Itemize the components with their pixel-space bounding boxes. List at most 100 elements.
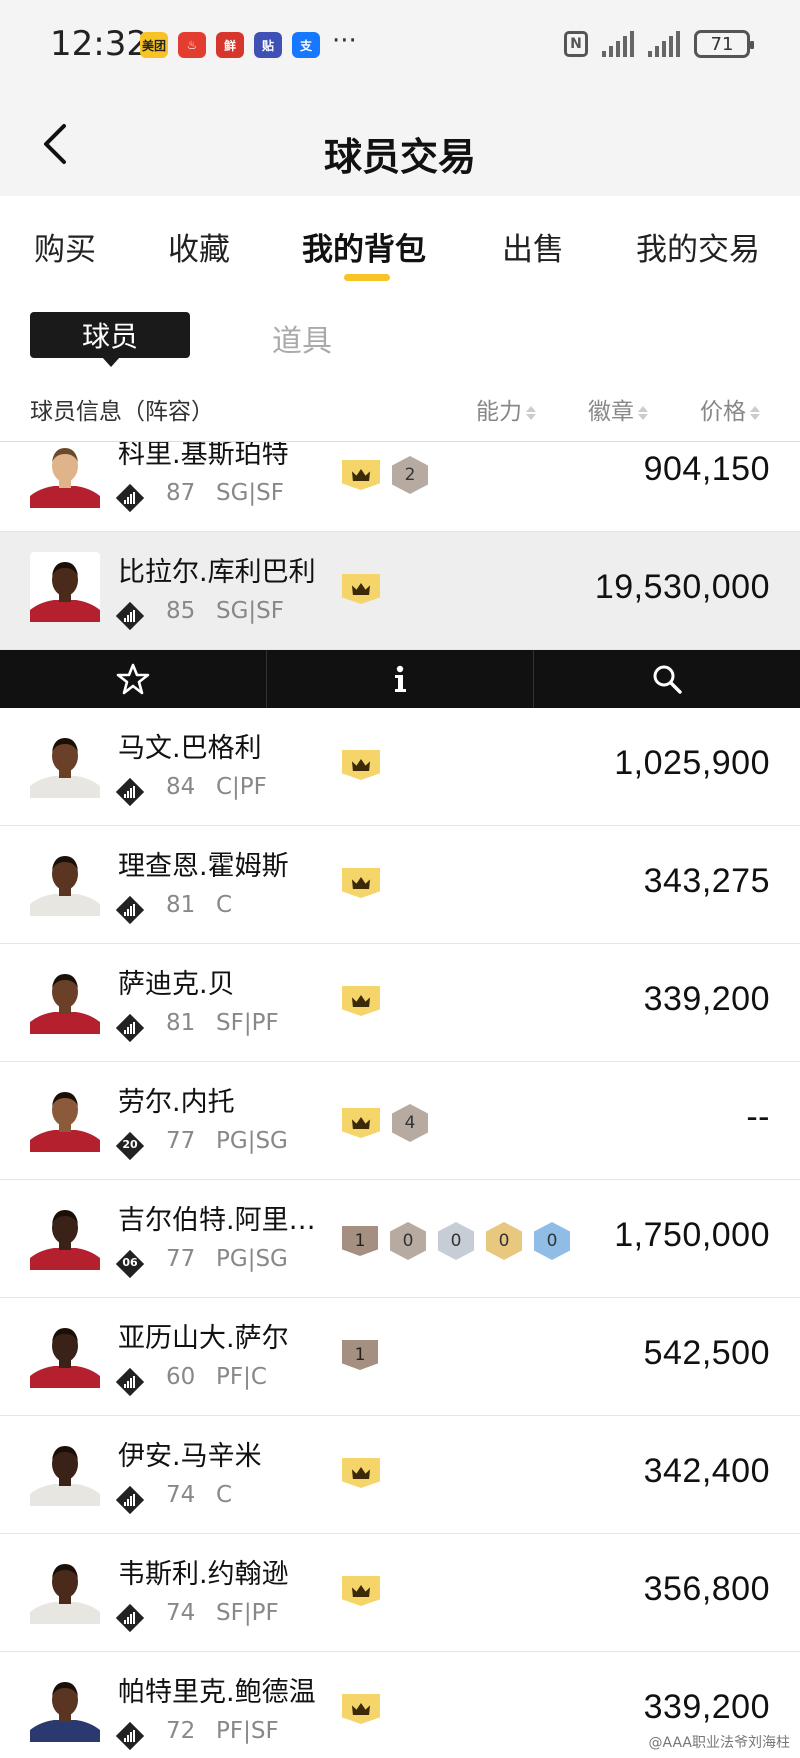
player-badges (342, 574, 380, 604)
page-title: 球员交易 (323, 135, 476, 179)
player-avatar (30, 1436, 100, 1506)
player-row[interactable]: 伊安.马辛米 74 C 342,400 (0, 1416, 800, 1534)
status-time: 12:32 (50, 24, 148, 64)
active-tab-indicator (344, 274, 390, 281)
column-ability-sort[interactable]: 能力 (476, 392, 536, 426)
nfc-icon: N (564, 31, 588, 57)
signal-icon (602, 31, 634, 57)
player-row[interactable]: 亚历山大.萨尔 60 PF|C 1 542,500 (0, 1298, 800, 1416)
player-position: C (216, 892, 233, 918)
player-list: 科里.基斯珀特 87 SG|SF 2 904,150 比拉尔.库利巴利 85 SG|SF 19,… (0, 442, 800, 1758)
player-name: 比拉尔.库利巴利 (118, 557, 316, 588)
badge-level-icon: 4 (392, 1104, 428, 1142)
player-avatar (30, 728, 100, 798)
tab-sell[interactable]: 出售 (502, 224, 564, 269)
player-rating: 81 (166, 892, 196, 918)
player-name: 帕特里克.鲍德温 (118, 1677, 316, 1708)
rank-bars-icon (115, 601, 145, 631)
player-position: SF|PF (216, 1010, 279, 1036)
player-avatar (30, 442, 100, 508)
player-rating: 72 (166, 1718, 196, 1744)
rank-icon: 20 (115, 1131, 145, 1161)
player-position: C|PF (216, 774, 267, 800)
player-badges (342, 1576, 380, 1606)
crown-badge-icon (342, 574, 380, 604)
status-app-icons: 美团 ♨ 鲜贴支 (140, 32, 320, 58)
player-badges (342, 868, 380, 898)
rank-bars-icon (115, 1721, 145, 1751)
player-price: 339,200 (643, 980, 770, 1018)
player-position: SG|SF (216, 480, 285, 506)
crown-badge-icon (342, 1694, 380, 1724)
crown-icon (352, 1467, 370, 1479)
top-tabs: 购买 收藏 我的背包 出售 我的交易 (0, 196, 800, 296)
info-button[interactable] (267, 650, 534, 708)
player-name: 理查恩.霍姆斯 (118, 851, 289, 882)
player-row[interactable]: 萨迪克.贝 81 SF|PF 339,200 (0, 944, 800, 1062)
player-price: 343,275 (643, 862, 770, 900)
player-avatar (30, 1082, 100, 1152)
player-position: SG|SF (216, 598, 285, 624)
player-avatar (30, 1672, 100, 1742)
search-icon (653, 665, 682, 694)
column-badge-sort[interactable]: 徽章 (588, 392, 648, 426)
more-notifications-icon: ··· (332, 26, 357, 56)
player-row[interactable]: 理查恩.霍姆斯 81 C 343,275 (0, 826, 800, 944)
search-button[interactable] (534, 650, 800, 708)
player-rating: 74 (166, 1600, 196, 1626)
player-avatar (30, 846, 100, 916)
player-price: 1,025,900 (614, 744, 770, 782)
subtab-items[interactable]: 道具 (272, 316, 332, 360)
player-row[interactable]: 韦斯利.约翰逊 74 SF|PF 356,800 (0, 1534, 800, 1652)
battery-icon: 71 (694, 30, 754, 58)
column-price-sort[interactable]: 价格 (700, 392, 760, 426)
player-badges: 4 (342, 1104, 428, 1142)
column-badge-label: 徽章 (588, 399, 634, 425)
subtab-players[interactable]: 球员 (30, 312, 190, 367)
player-row[interactable]: 科里.基斯珀特 87 SG|SF 2 904,150 (0, 442, 800, 532)
notification-app-icon: 贴 (254, 32, 282, 58)
rank-bars-icon (115, 777, 145, 807)
crown-badge-icon (342, 750, 380, 780)
player-rating: 84 (166, 774, 196, 800)
player-price: 19,530,000 (594, 568, 770, 606)
player-price: 339,200 (643, 1688, 770, 1726)
player-row[interactable]: 比拉尔.库利巴利 85 SG|SF 19,530,000 (0, 532, 800, 650)
column-player-info: 球员信息（阵容） (30, 399, 214, 425)
player-badges: 1 (342, 1340, 378, 1370)
crown-badge-icon (342, 1458, 380, 1488)
player-position: C (216, 1482, 233, 1508)
player-rating: 60 (166, 1364, 196, 1390)
favorite-button[interactable] (0, 650, 267, 708)
badge-level-icon: 2 (392, 456, 428, 494)
player-badges (342, 986, 380, 1016)
player-row[interactable]: 劳尔.内托 20 77 PG|SG 4 -- (0, 1062, 800, 1180)
tab-my-backpack[interactable]: 我的背包 (302, 224, 426, 269)
badge-level-icon: 1 (342, 1340, 378, 1370)
rank-number: 06 (122, 1256, 138, 1269)
player-rating: 81 (166, 1010, 196, 1036)
player-badges: 10000 (342, 1222, 570, 1260)
player-row[interactable]: 吉尔伯特.阿里… 06 77 PG|SG 1 0 0 0 0 1,750,000 (0, 1180, 800, 1298)
badge-level-icon: 0 (438, 1222, 474, 1260)
crown-badge-icon (342, 1108, 380, 1138)
player-price: 1,750,000 (614, 1216, 770, 1254)
crown-badge-icon (342, 868, 380, 898)
player-rating: 77 (166, 1246, 196, 1272)
tab-favorites[interactable]: 收藏 (168, 224, 230, 269)
tab-my-trades[interactable]: 我的交易 (636, 224, 760, 269)
badge-level-icon: 0 (390, 1222, 426, 1260)
player-rating: 77 (166, 1128, 196, 1154)
player-name: 萨迪克.贝 (118, 969, 235, 1000)
crown-icon (352, 759, 370, 771)
player-badges (342, 1458, 380, 1488)
player-position: PF|C (216, 1364, 267, 1390)
player-price: 542,500 (643, 1334, 770, 1372)
tab-buy[interactable]: 购买 (34, 224, 96, 269)
player-name: 马文.巴格利 (118, 733, 262, 764)
column-header: 球员信息（阵容） 能力 徽章 价格 (0, 376, 800, 442)
player-row[interactable]: 马文.巴格利 84 C|PF 1,025,900 (0, 708, 800, 826)
player-rating: 87 (166, 480, 196, 506)
notification-app-icon: 支 (292, 32, 320, 58)
player-avatar (30, 552, 100, 622)
